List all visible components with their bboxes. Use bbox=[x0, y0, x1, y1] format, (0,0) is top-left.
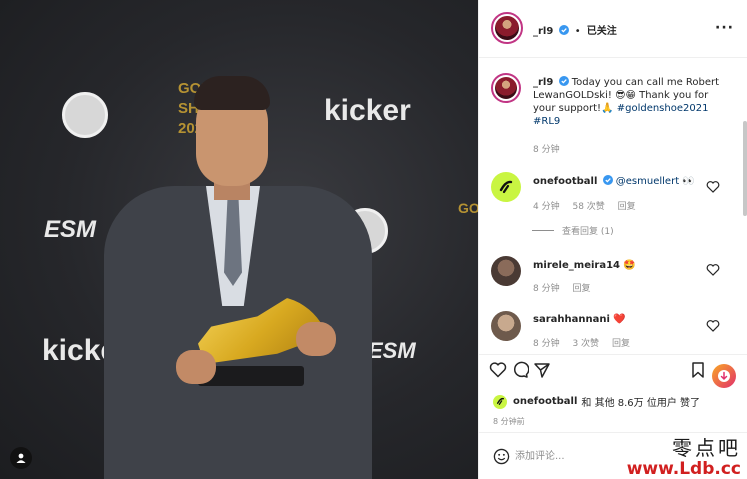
post-photo[interactable]: GOLDEN SHOE 2021 GOLDEN kicker kicker ES… bbox=[0, 0, 478, 479]
site-watermark: 零点吧 www.Ldb.cc bbox=[627, 432, 741, 479]
commenter-avatar[interactable] bbox=[491, 311, 521, 341]
commenter-avatar[interactable] bbox=[491, 172, 521, 202]
comment-bubble-icon[interactable] bbox=[511, 361, 529, 379]
avatar-image bbox=[495, 16, 519, 40]
onefootball-logo-icon bbox=[499, 180, 513, 194]
view-replies-label: 查看回复 (1) bbox=[562, 227, 614, 237]
like-heart-icon[interactable] bbox=[706, 263, 720, 277]
post-header: _rl9 • 已关注 ··· bbox=[479, 0, 747, 58]
comment-text: mirele_meira14 🤩 bbox=[533, 259, 636, 272]
wall-golden-text-right: GOLDEN bbox=[458, 200, 478, 216]
bookmark-icon[interactable] bbox=[689, 361, 707, 379]
onefootball-mini-avatar bbox=[493, 394, 507, 409]
post-time-ago[interactable]: 8 分钟前 bbox=[493, 416, 525, 427]
comment-emoji: 👀 bbox=[682, 176, 695, 187]
likes-user[interactable]: onefootball bbox=[513, 396, 577, 407]
caption-meta: 8 分钟 bbox=[533, 142, 570, 155]
comment-meta: 8 分钟 3 次赞 回复 bbox=[533, 336, 640, 349]
verified-badge-icon bbox=[558, 76, 569, 86]
wall-esm-text-lower: ESM bbox=[368, 338, 416, 363]
post-side-panel: _rl9 • 已关注 ··· _rl9 Today you can call m… bbox=[478, 0, 747, 479]
commenter-avatar[interactable] bbox=[491, 256, 521, 286]
like-heart-icon[interactable] bbox=[489, 361, 507, 379]
likes-summary: onefootball 和 其他 8.6万 位用户 赞了 bbox=[493, 394, 700, 409]
comment-emoji: ❤️ bbox=[613, 314, 626, 325]
emoji-picker-icon[interactable] bbox=[493, 448, 510, 465]
comment-reply-button[interactable]: 回复 bbox=[572, 284, 590, 294]
caption-text: _rl9 Today you can call me Robert LewanG… bbox=[533, 76, 733, 128]
person-hand-left bbox=[176, 350, 216, 384]
comment-mention[interactable]: @esmuellert bbox=[616, 176, 679, 187]
avatar-image bbox=[495, 77, 517, 99]
separator-dot: • bbox=[574, 26, 581, 37]
comment-author[interactable]: sarahhannani bbox=[533, 314, 610, 325]
comment-text: onefootball @esmuellert 👀 bbox=[533, 175, 713, 188]
fc-bayern-wall-logo bbox=[62, 92, 108, 138]
post-actions-bar bbox=[479, 354, 747, 390]
wall-esm-text: ESM bbox=[44, 216, 97, 243]
comment-like-count[interactable]: 3 次赞 bbox=[572, 339, 599, 349]
comments-scrollbar[interactable] bbox=[743, 121, 747, 216]
like-heart-icon[interactable] bbox=[706, 319, 720, 333]
comment-time[interactable]: 8 分钟 bbox=[533, 284, 560, 294]
comment-like-count[interactable]: 58 次赞 bbox=[572, 202, 604, 212]
hashtag-goldenshoe[interactable]: #goldenshoe2021 bbox=[617, 103, 709, 114]
share-send-icon[interactable] bbox=[533, 361, 551, 379]
wall-kicker-text: kicker bbox=[324, 94, 411, 127]
tagged-user-button[interactable] bbox=[10, 447, 32, 469]
likes-rest[interactable]: 和 其他 8.6万 位用户 赞了 bbox=[581, 394, 700, 409]
author-avatar[interactable] bbox=[491, 12, 523, 44]
comment-author[interactable]: mirele_meira14 bbox=[533, 260, 620, 271]
onefootball-logo-icon bbox=[496, 397, 504, 405]
person-hair bbox=[194, 76, 270, 110]
author-username[interactable]: _rl9 bbox=[533, 26, 553, 37]
person-hand-right bbox=[296, 322, 336, 356]
watermark-url: www.Ldb.cc bbox=[626, 459, 741, 479]
following-button[interactable]: 已关注 bbox=[587, 26, 617, 37]
comment-meta: 4 分钟 58 次赞 回复 bbox=[533, 199, 646, 212]
hashtag-rl9[interactable]: #RL9 bbox=[533, 116, 560, 127]
comment-time[interactable]: 8 分钟 bbox=[533, 339, 560, 349]
caption-avatar[interactable] bbox=[491, 73, 521, 103]
like-heart-icon[interactable] bbox=[706, 180, 720, 194]
more-options-icon[interactable]: ··· bbox=[715, 20, 734, 36]
scroll-to-top-button[interactable] bbox=[712, 364, 736, 388]
comment-reply-button[interactable]: 回复 bbox=[618, 202, 636, 212]
comment-reply-button[interactable]: 回复 bbox=[612, 339, 630, 349]
comment-input[interactable] bbox=[515, 446, 635, 466]
comments-list[interactable]: _rl9 Today you can call me Robert LewanG… bbox=[479, 59, 747, 354]
verified-badge-icon bbox=[558, 25, 569, 35]
comment-author[interactable]: onefootball bbox=[533, 176, 597, 187]
arrow-down-icon bbox=[718, 370, 730, 382]
caption-author[interactable]: _rl9 bbox=[533, 77, 553, 88]
comment-time[interactable]: 4 分钟 bbox=[533, 202, 560, 212]
replies-divider bbox=[532, 230, 554, 231]
verified-badge-icon bbox=[602, 175, 613, 185]
header-user-line: _rl9 • 已关注 bbox=[533, 22, 617, 37]
comment-meta: 8 分钟 回复 bbox=[533, 281, 600, 294]
comment-text: sarahhannani ❤️ bbox=[533, 313, 626, 326]
view-replies-button[interactable]: 查看回复 (1) bbox=[532, 224, 614, 237]
comment-emoji: 🤩 bbox=[623, 260, 636, 271]
caption-time[interactable]: 8 分钟 bbox=[533, 145, 560, 155]
user-icon bbox=[16, 453, 26, 463]
watermark-cn: 零点吧 bbox=[672, 436, 741, 460]
